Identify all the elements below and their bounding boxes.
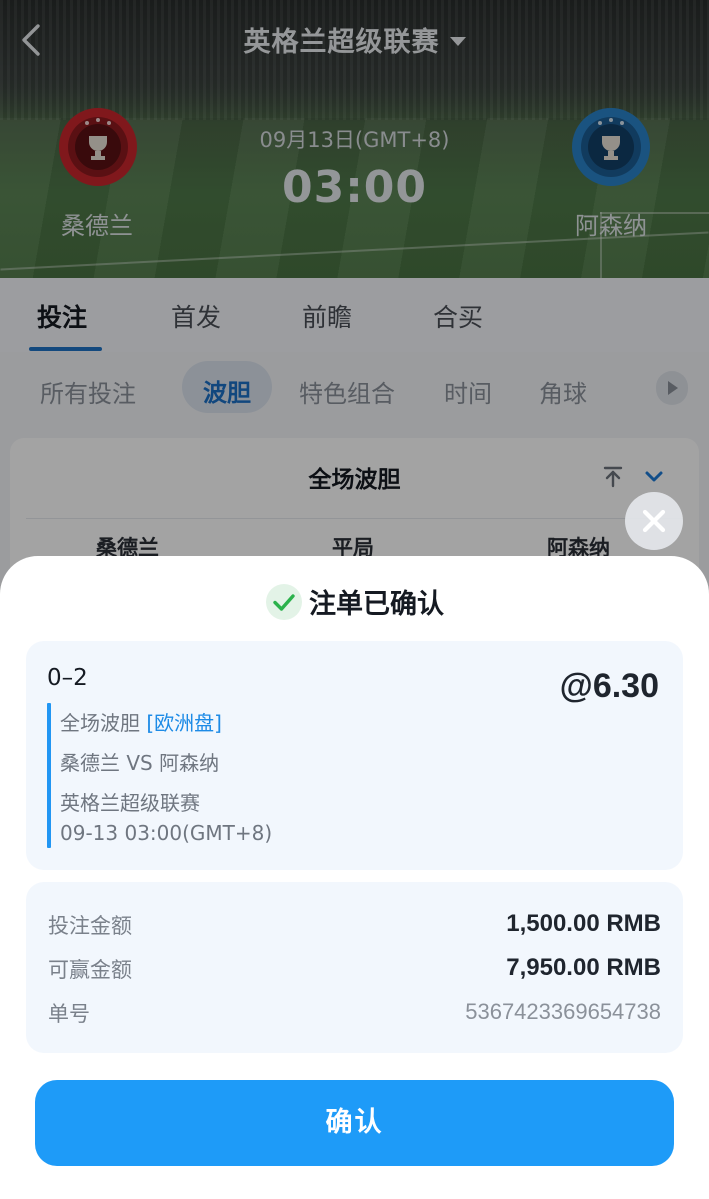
- market-type: [欧洲盘]: [146, 711, 222, 735]
- ref-label: 单号: [48, 1002, 90, 1026]
- close-button[interactable]: [625, 492, 683, 550]
- amount-card: 投注金额 1,500.00 RMB 可赢金额 7,950.00 RMB 单号 5…: [26, 882, 683, 1053]
- payout-value: 7,950.00 RMB: [506, 954, 661, 981]
- bet-confirmation-sheet: 注单已确认 0–2 @6.30 全场波胆 [欧洲盘] 桑德兰 VS 阿森纳 英格…: [0, 556, 709, 1199]
- sheet-title: 注单已确认: [0, 582, 709, 621]
- league-line: 英格兰超级联赛: [60, 791, 200, 815]
- datetime-line: 09-13 03:00(GMT+8): [60, 821, 273, 845]
- stake-label: 投注金额: [48, 914, 132, 938]
- bet-details-card: 0–2 @6.30 全场波胆 [欧洲盘] 桑德兰 VS 阿森纳 英格兰超级联赛 …: [26, 641, 683, 870]
- selection: 0–2: [47, 665, 88, 691]
- market-line: 全场波胆 [欧洲盘]: [60, 707, 222, 736]
- stake-value: 1,500.00 RMB: [506, 910, 661, 937]
- close-icon: [642, 509, 666, 533]
- check-circle-icon: [265, 583, 303, 621]
- match-line: 桑德兰 VS 阿森纳: [60, 751, 220, 775]
- odds: @6.30: [559, 667, 659, 705]
- market-name: 全场波胆: [60, 711, 140, 735]
- ref-value: 5367423369654738: [465, 999, 661, 1024]
- confirm-button[interactable]: 确认: [35, 1080, 674, 1166]
- payout-label: 可赢金额: [48, 958, 132, 982]
- confirmation-title: 注单已确认: [309, 589, 444, 620]
- detail-accent-bar: [47, 703, 51, 848]
